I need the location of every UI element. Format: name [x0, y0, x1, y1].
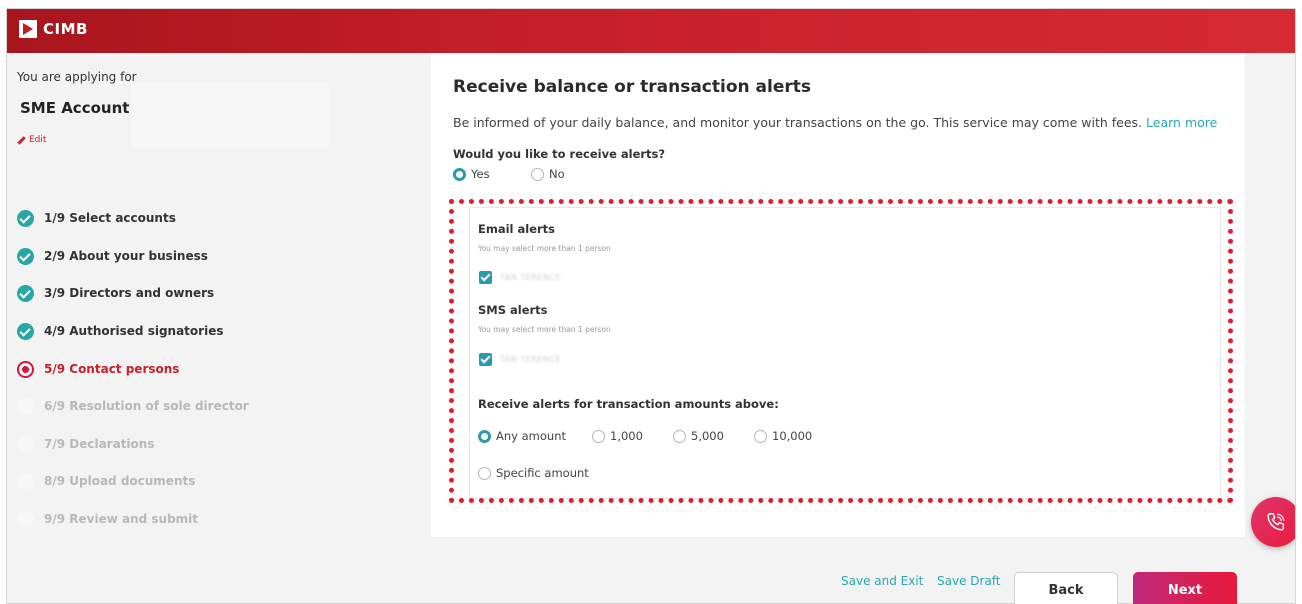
- header-bar: CIMB: [7, 9, 1295, 53]
- save-and-exit-link[interactable]: Save and Exit: [841, 574, 923, 588]
- step-label: 9/9 Review and submit: [44, 512, 199, 526]
- radio-no-label: No: [549, 167, 565, 181]
- radio-yes[interactable]: Yes: [453, 167, 490, 181]
- pending-step-icon: [17, 397, 34, 415]
- step-select-accounts[interactable]: 1/9 Select accounts: [17, 208, 317, 228]
- brand-name: CIMB: [43, 20, 88, 38]
- radio-yes-label: Yes: [471, 167, 490, 181]
- application-sidebar: You are applying for SME Account Edit 1/…: [7, 53, 427, 603]
- edit-label: Edit: [29, 135, 47, 145]
- step-label: 4/9 Authorised signatories: [44, 324, 224, 338]
- step-contact-persons[interactable]: 5/9 Contact persons: [17, 359, 317, 379]
- step-declarations: 7/9 Declarations: [17, 434, 317, 454]
- step-label: 6/9 Resolution of sole director: [44, 399, 249, 413]
- description-text: Be informed of your daily balance, and m…: [453, 115, 1143, 130]
- step-review-submit: 9/9 Review and submit: [17, 509, 317, 529]
- applying-label: You are applying for: [17, 70, 137, 84]
- radio-unchecked-icon: [531, 167, 544, 181]
- step-label: 2/9 About your business: [44, 249, 208, 263]
- alerts-question: Would you like to receive alerts?: [453, 147, 666, 161]
- step-upload-documents: 8/9 Upload documents: [17, 471, 317, 491]
- save-draft-link[interactable]: Save Draft: [937, 574, 1001, 588]
- pending-step-icon: [17, 510, 34, 528]
- check-circle-icon: [17, 247, 34, 265]
- check-circle-icon: [17, 322, 34, 340]
- product-title: SME Account: [20, 99, 130, 117]
- edit-link[interactable]: Edit: [17, 135, 46, 145]
- pencil-icon: [17, 136, 26, 145]
- radio-no[interactable]: No: [531, 167, 565, 181]
- step-label: 1/9 Select accounts: [44, 211, 176, 225]
- cimb-logo-icon: [19, 20, 37, 38]
- step-resolution-sole-director: 6/9 Resolution of sole director: [17, 396, 317, 416]
- step-directors-owners[interactable]: 3/9 Directors and owners: [17, 283, 317, 303]
- highlight-dotted-border: [449, 199, 1233, 503]
- step-about-business[interactable]: 2/9 About your business: [17, 246, 317, 266]
- step-label: 8/9 Upload documents: [44, 474, 196, 488]
- step-authorised-signatories[interactable]: 4/9 Authorised signatories: [17, 321, 317, 341]
- step-label: 5/9 Contact persons: [44, 362, 180, 376]
- page-description: Be informed of your daily balance, and m…: [453, 115, 1217, 130]
- check-circle-icon: [17, 209, 34, 227]
- cimb-logo[interactable]: CIMB: [19, 20, 88, 38]
- call-button[interactable]: [1251, 497, 1295, 547]
- next-button[interactable]: Next: [1133, 572, 1237, 604]
- page-title: Receive balance or transaction alerts: [453, 77, 811, 97]
- step-label: 7/9 Declarations: [44, 437, 155, 451]
- back-button[interactable]: Back: [1014, 572, 1118, 604]
- check-circle-icon: [17, 284, 34, 302]
- pending-step-icon: [17, 472, 34, 490]
- product-panel: [131, 83, 329, 147]
- current-step-icon: [17, 360, 34, 378]
- app-window: CIMB You are applying for SME Account Ed…: [6, 8, 1296, 604]
- step-label: 3/9 Directors and owners: [44, 286, 215, 300]
- phone-call-icon: [1267, 513, 1285, 531]
- radio-checked-icon: [453, 167, 466, 181]
- learn-more-link[interactable]: Learn more: [1146, 115, 1217, 130]
- pending-step-icon: [17, 435, 34, 453]
